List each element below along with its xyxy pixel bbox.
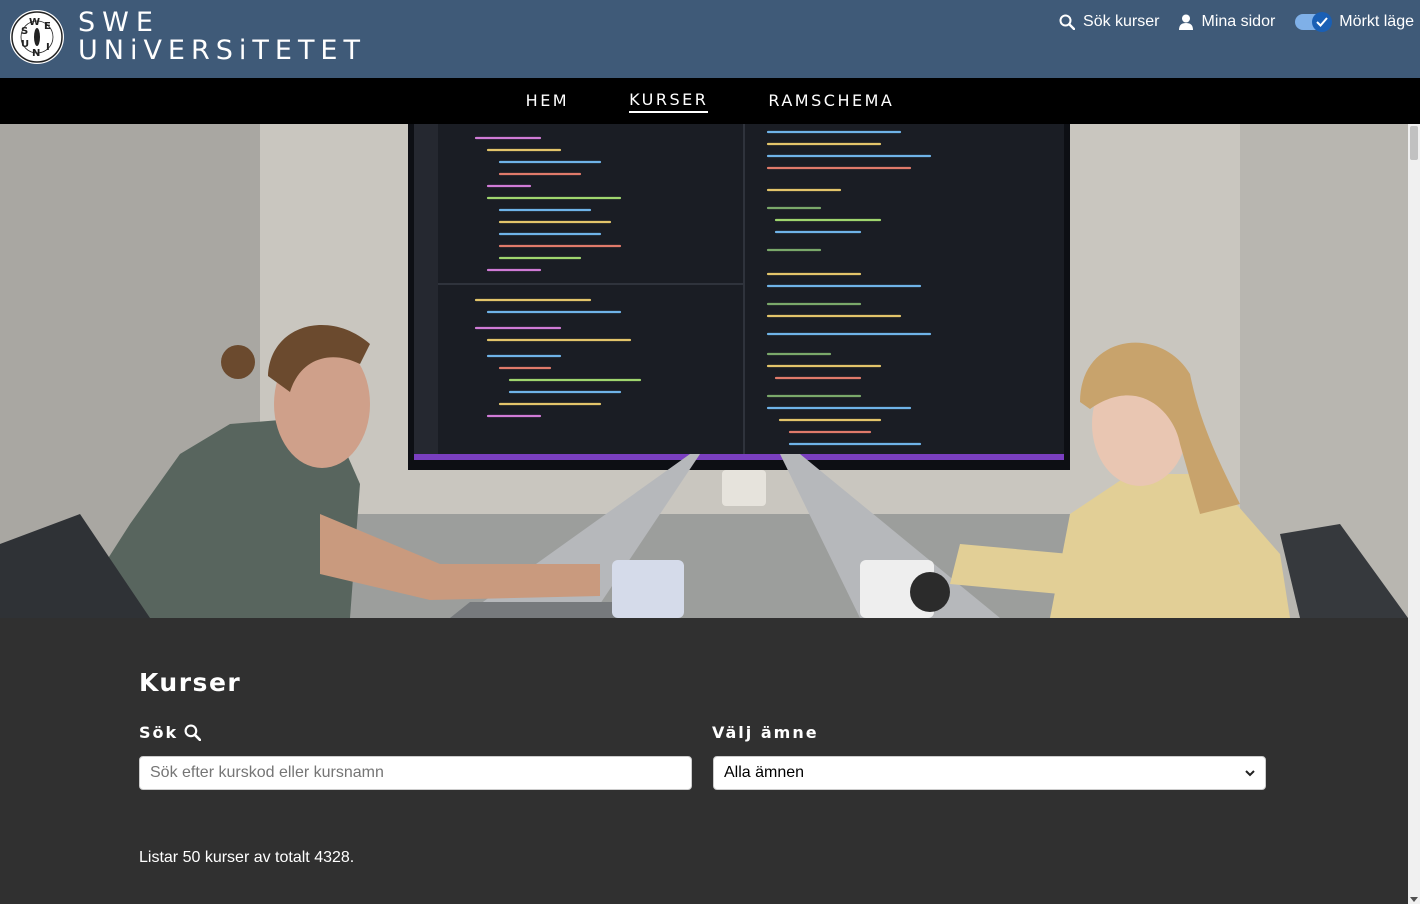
monitor-screen xyxy=(408,124,1070,470)
switch-knob xyxy=(1312,12,1333,32)
result-count: Listar 50 kurser av totalt 4328. xyxy=(139,849,355,866)
my-pages-link[interactable]: Mina sidor xyxy=(1179,13,1275,31)
my-pages-label: Mina sidor xyxy=(1201,13,1276,30)
dark-mode-switch[interactable] xyxy=(1295,12,1333,32)
subject-selected-value: Alla ämnen xyxy=(724,764,805,781)
page-title: Kurser xyxy=(139,668,242,697)
dark-mode-label: Mörkt läge xyxy=(1339,13,1414,30)
subject-label-text: Välj ämne xyxy=(712,723,819,742)
search-icon xyxy=(1059,14,1076,30)
nav-item-home[interactable]: HEM xyxy=(526,91,569,112)
chevron-down-icon xyxy=(1245,769,1255,776)
svg-text:E: E xyxy=(44,21,51,32)
logo-line-1: SWE xyxy=(78,7,160,38)
nav-item-courses[interactable]: KURSER xyxy=(629,90,709,113)
subject-select[interactable]: Alla ämnen xyxy=(713,756,1266,790)
svg-text:I: I xyxy=(46,42,50,53)
search-label: Sök xyxy=(139,723,202,742)
scroll-down-arrow[interactable] xyxy=(1410,897,1418,902)
site-logo[interactable]: S W E U N I SWE UNiVERSiTETET xyxy=(10,9,366,65)
svg-text:S: S xyxy=(21,26,28,37)
header-actions: Sök kurser Mina sidor Mörkt läge xyxy=(1059,10,1414,34)
logo-line-2: UNiVERSiTETET xyxy=(78,35,366,66)
user-icon xyxy=(1179,14,1194,30)
search-icon xyxy=(184,724,202,741)
svg-text:W: W xyxy=(29,17,40,28)
nav-item-schedule[interactable]: RAMSCHEMA xyxy=(768,91,894,112)
logo-wordmark: SWE UNiVERSiTETET xyxy=(78,9,366,65)
page-scrollbar[interactable] xyxy=(1408,124,1420,904)
svg-text:N: N xyxy=(32,48,40,59)
search-label-text: Sök xyxy=(139,723,179,742)
search-courses-link[interactable]: Sök kurser xyxy=(1059,13,1159,31)
dark-mode-toggle[interactable]: Mörkt läge xyxy=(1295,12,1414,32)
search-courses-label: Sök kurser xyxy=(1083,13,1160,30)
course-search-input[interactable] xyxy=(139,756,692,790)
subject-label: Välj ämne xyxy=(712,723,819,742)
university-seal: S W E U N I xyxy=(10,10,64,64)
svg-text:U: U xyxy=(21,39,29,50)
scrollbar-thumb[interactable] xyxy=(1410,126,1418,160)
main-navigation: HEM KURSER RAMSCHEMA xyxy=(0,78,1420,124)
site-header: S W E U N I SWE UNiVERSiTETET Sök kurser xyxy=(0,0,1420,78)
hero-image xyxy=(0,124,1408,618)
check-icon xyxy=(1316,17,1329,27)
